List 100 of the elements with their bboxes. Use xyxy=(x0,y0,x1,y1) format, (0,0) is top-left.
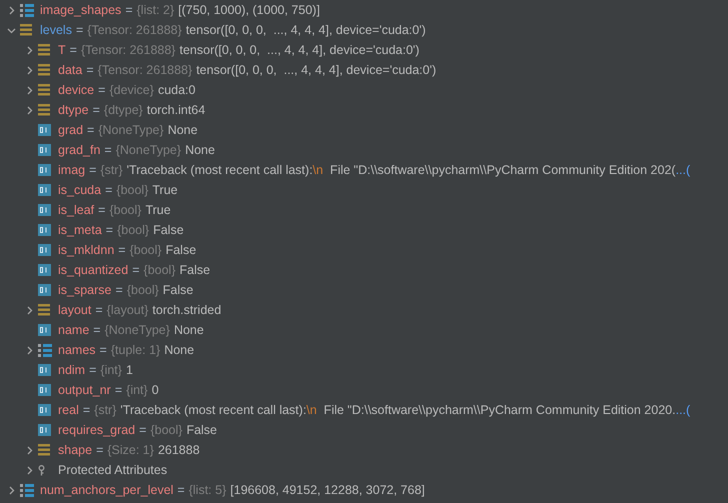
escape-sequence: \n xyxy=(312,163,324,177)
variable-name: layout xyxy=(58,303,92,317)
variable-name: ndim xyxy=(58,363,86,377)
numbered-list-icon xyxy=(20,484,34,496)
stacked-bars-icon xyxy=(38,104,50,116)
equals-sign: = xyxy=(98,203,106,217)
equals-sign: = xyxy=(70,43,77,57)
stacked-bars-icon xyxy=(38,44,50,56)
variable-value: 'Traceback (most recent call last): xyxy=(126,163,313,177)
variable-name: names xyxy=(58,343,96,357)
variable-value: None xyxy=(174,323,204,337)
equals-sign: = xyxy=(118,243,126,257)
variable-type: {Tensor: 261888} xyxy=(98,63,192,77)
variable-type: {bool} xyxy=(117,223,150,237)
binary-value-icon xyxy=(38,384,51,396)
variable-value: tensor([0, 0, 0, ..., 4, 4, 4], device='cuda:0') xyxy=(196,63,436,77)
variable-value: False xyxy=(166,243,196,257)
variable-type: {int} xyxy=(100,363,122,377)
variable-value: File "D:\\software\\pycharm\\PyCharm Community Edition 2020. xyxy=(322,403,676,417)
variable-name: real xyxy=(58,403,79,417)
equals-sign: = xyxy=(87,123,94,137)
binary-value-icon xyxy=(38,364,51,376)
variable-type: {list: 5} xyxy=(188,483,226,497)
binary-value-icon xyxy=(38,264,51,276)
variable-name: name xyxy=(58,323,90,337)
variable-value: None xyxy=(164,343,194,357)
stacked-bars-icon xyxy=(38,64,50,76)
variable-type: {Tensor: 261888} xyxy=(80,43,176,57)
equals-sign: = xyxy=(125,3,133,17)
variable-name: shape xyxy=(58,443,92,457)
stacked-bars-icon xyxy=(20,24,32,36)
view-more-link[interactable]: ...( xyxy=(676,403,690,417)
binary-value-icon xyxy=(38,124,51,136)
binary-value-icon xyxy=(38,424,51,436)
binary-value-icon xyxy=(38,204,51,216)
binary-value-icon xyxy=(38,224,51,236)
equals-sign: = xyxy=(177,483,185,497)
variable-name: is_quantized xyxy=(58,263,128,277)
variable-name: data xyxy=(58,63,82,77)
variable-type: {str} xyxy=(94,403,116,417)
stacked-bars-icon xyxy=(38,444,50,456)
variable-type: {NoneType} xyxy=(116,143,182,157)
variable-value: False xyxy=(180,263,210,277)
variable-value: File "D:\\software\\pycharm\\PyCharm Community Edition 202( xyxy=(329,163,676,177)
variable-value: False xyxy=(186,423,218,437)
equals-sign: = xyxy=(98,83,106,97)
equals-sign: = xyxy=(96,443,104,457)
variable-type: {Size: 1} xyxy=(107,443,154,457)
equals-sign: = xyxy=(93,323,101,337)
variable-type: {str} xyxy=(100,163,123,177)
equals-sign: = xyxy=(114,383,122,397)
variable-value: tensor([0, 0, 0, ..., 4, 4, 4], device='cuda:0') xyxy=(186,23,426,37)
variable-name: is_mkldnn xyxy=(58,243,114,257)
variable-name: grad xyxy=(58,123,84,137)
binary-value-icon xyxy=(38,144,51,156)
variable-type: {dtype} xyxy=(104,103,143,117)
variable-type: {bool} xyxy=(116,183,148,197)
variable-name: num_anchors_per_level xyxy=(40,483,174,497)
equals-sign: = xyxy=(82,403,90,417)
variable-value: torch.strided xyxy=(152,303,222,317)
variable-value: torch.int64 xyxy=(146,103,206,117)
variable-name: is_leaf xyxy=(58,203,94,217)
variable-name: requires_grad xyxy=(58,423,136,437)
variable-type: {bool} xyxy=(144,263,176,277)
equals-sign: = xyxy=(76,23,84,37)
variable-value: cuda:0 xyxy=(158,83,196,97)
variable-type: {Tensor: 261888} xyxy=(87,23,182,37)
binary-value-icon xyxy=(38,184,51,196)
variable-name: is_meta xyxy=(58,223,102,237)
variable-type: {bool} xyxy=(130,243,162,257)
variable-type: {bool} xyxy=(109,203,142,217)
variable-value: None xyxy=(168,123,198,137)
variable-name: output_nr xyxy=(58,383,111,397)
variable-value: 1 xyxy=(126,363,133,377)
variable-type: {list: 2} xyxy=(136,3,174,17)
equals-sign: = xyxy=(139,423,146,437)
equals-sign: = xyxy=(95,303,103,317)
binary-value-icon xyxy=(38,284,51,296)
variable-name: Protected Attributes xyxy=(58,463,168,477)
variable-value: tensor([0, 0, 0, ..., 4, 4, 4], device='cuda:0') xyxy=(179,43,420,57)
variable-name: grad_fn xyxy=(58,143,100,157)
variable-type: {bool} xyxy=(150,423,182,437)
variable-type: {NoneType} xyxy=(98,123,164,137)
equals-sign: = xyxy=(100,343,107,357)
binary-value-icon xyxy=(38,244,51,256)
binary-value-icon xyxy=(38,404,51,416)
binary-value-icon xyxy=(38,164,51,176)
stacked-bars-icon xyxy=(38,304,50,316)
variable-name: levels xyxy=(40,23,72,37)
variable-type: {layout} xyxy=(106,303,148,317)
equals-sign: = xyxy=(132,263,140,277)
variable-value: [(750, 1000), (1000, 750)] xyxy=(178,3,320,17)
view-more-link[interactable]: ...( xyxy=(676,163,690,177)
variable-value: None xyxy=(185,143,215,157)
equals-sign: = xyxy=(105,183,112,197)
variable-name: dtype xyxy=(58,103,89,117)
variable-name: device xyxy=(58,83,94,97)
variable-name: is_cuda xyxy=(58,183,102,197)
variable-type: {NoneType} xyxy=(104,323,170,337)
variable-name: is_sparse xyxy=(58,283,112,297)
